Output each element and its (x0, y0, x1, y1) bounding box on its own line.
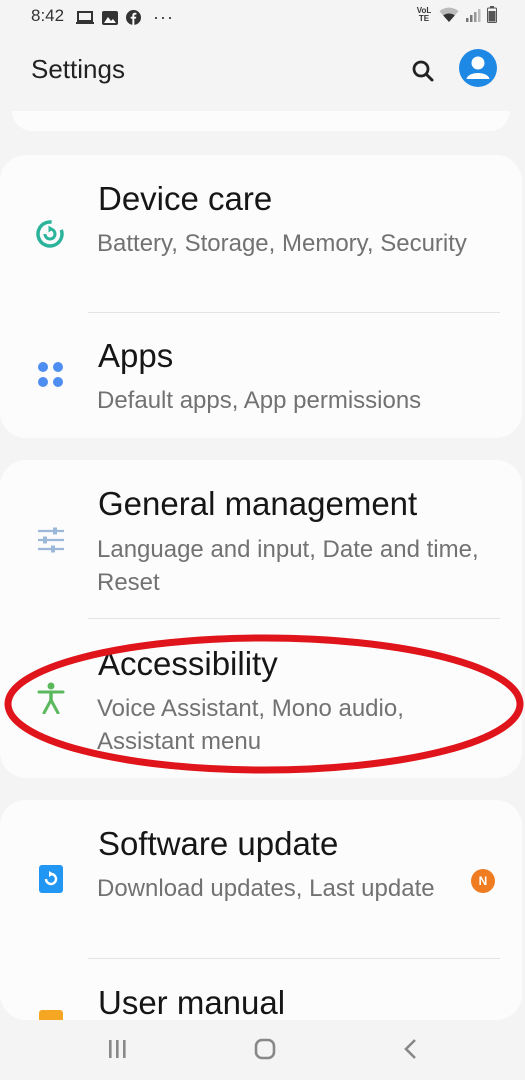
home-icon (254, 1038, 276, 1060)
settings-item-software-update[interactable]: Software update Download updates, Last u… (0, 800, 522, 958)
volte-indicator: VoLTE (415, 5, 433, 23)
laptop-icon (76, 10, 94, 24)
previous-card-edge (12, 111, 510, 131)
settings-card-software: Software update Download updates, Last u… (0, 800, 522, 1020)
wifi-icon (439, 7, 459, 22)
home-button[interactable] (252, 1036, 278, 1067)
search-icon (412, 60, 434, 82)
system-status-icons: VoLTE (415, 6, 497, 23)
recents-button[interactable] (106, 1036, 128, 1067)
signal-icon (466, 8, 481, 22)
software-update-subtitle: Download updates, Last update (97, 875, 435, 902)
status-time: 8:42 (31, 6, 65, 25)
accessibility-icon (37, 682, 65, 714)
settings-item-device-care[interactable]: Device care Battery, Storage, Memory, Se… (0, 155, 522, 312)
user-manual-icon (39, 1010, 63, 1020)
user-manual-title: User manual (98, 984, 286, 1020)
page-title: Settings (31, 54, 125, 84)
network-label: VoLTE (416, 5, 432, 23)
back-icon (404, 1039, 416, 1059)
new-badge: N (471, 869, 495, 893)
back-button[interactable] (398, 1036, 424, 1067)
battery-icon (487, 6, 497, 23)
status-bar: 8:42 ··· VoLTE (0, 0, 525, 34)
settings-card-device: Device care Battery, Storage, Memory, Se… (0, 155, 522, 438)
apps-subtitle: Default apps, App permissions (97, 387, 422, 414)
facebook-icon (126, 10, 141, 25)
apps-title: Apps (98, 337, 174, 374)
search-button[interactable] (408, 56, 438, 86)
software-update-title: Software update (98, 825, 339, 862)
device-care-title: Device care (98, 180, 273, 217)
settings-item-accessibility[interactable]: Accessibility Voice Assistant, Mono audi… (0, 619, 522, 778)
general-management-title: General management (98, 485, 418, 522)
software-update-icon (39, 865, 63, 893)
recents-icon (109, 1040, 126, 1058)
accessibility-subtitle: Voice Assistant, Mono audio, Assistant m… (97, 695, 404, 755)
profile-icon (466, 56, 490, 79)
accessibility-title: Accessibility (98, 645, 278, 682)
settings-item-general-management[interactable]: General management Language and input, D… (0, 460, 522, 618)
device-care-subtitle: Battery, Storage, Memory, Security (97, 230, 467, 257)
settings-item-user-manual[interactable]: User manual (0, 959, 522, 1020)
gallery-icon (102, 10, 118, 25)
general-management-subtitle: Language and input, Date and time, Reset (97, 536, 479, 596)
more-notifications-indicator: ··· (153, 7, 174, 27)
account-button[interactable] (459, 49, 497, 87)
settings-card-general: General management Language and input, D… (0, 460, 522, 778)
sliders-icon (38, 527, 64, 553)
settings-item-apps[interactable]: Apps Default apps, App permissions (0, 313, 522, 438)
device-care-icon (36, 220, 64, 248)
notification-icons: ··· (76, 7, 174, 28)
app-header: Settings (0, 44, 525, 94)
apps-icon (38, 362, 63, 387)
navigation-bar (0, 1020, 525, 1080)
